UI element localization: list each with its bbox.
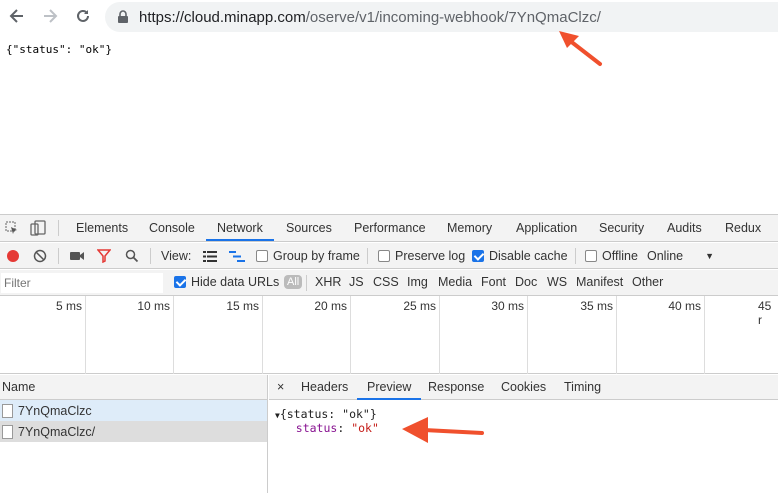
preserve-log-checkbox[interactable]: Preserve log [378,249,465,263]
type-filter-doc[interactable]: Doc [515,275,537,289]
name-column-header[interactable]: Name [0,375,267,400]
checkbox-icon [585,250,597,262]
tab-response[interactable]: Response [428,380,484,394]
timeline-tick: 5 ms [55,299,82,313]
tab-preview[interactable]: Preview [367,380,411,394]
annotation-arrow-icon [402,417,484,443]
group-by-frame-checkbox[interactable]: Group by frame [256,249,360,263]
checkbox-icon [378,250,390,262]
screenshot-capture-icon[interactable] [69,250,85,262]
type-filter-font[interactable]: Font [481,275,506,289]
reload-button[interactable] [72,5,94,27]
hide-data-urls-checkbox[interactable]: Hide data URLs [174,275,279,289]
reload-icon [77,9,89,22]
type-filter-manifest[interactable]: Manifest [576,275,623,289]
preview-value: "ok" [351,421,379,435]
type-filter-ws[interactable]: WS [547,275,567,289]
tab-elements[interactable]: Elements [76,221,128,235]
request-row[interactable]: 7YnQmaClzc/ [0,421,267,442]
large-rows-icon[interactable] [203,251,217,262]
devtools-tab-bar: Elements Console Network Sources Perform… [0,215,778,242]
type-filter-js[interactable]: JS [349,275,364,289]
type-filter-all[interactable]: All [284,275,303,289]
filter-funnel-icon[interactable] [97,249,111,263]
forward-button[interactable] [39,5,61,27]
network-toolbar: View: Group by frame Preserve log Disabl… [0,243,778,269]
type-filter-xhr[interactable]: XHR [315,275,341,289]
tab-security[interactable]: Security [599,221,644,235]
checkbox-checked-icon [174,276,186,288]
tab-headers[interactable]: Headers [301,380,348,394]
active-tab-indicator [357,398,421,400]
url-text: https://cloud.minapp.com/oserve/v1/incom… [139,8,601,26]
request-detail-panel: × Headers Preview Response Cookies Timin… [269,375,778,493]
dropdown-arrow-icon: ▼ [705,251,715,261]
json-preview: ▼{status: "ok"} status: "ok" [275,407,379,435]
timeline-tick: 35 ms [580,299,613,313]
checkbox-checked-icon [472,250,484,262]
clear-icon[interactable] [33,249,47,263]
tab-cookies[interactable]: Cookies [501,380,546,394]
timeline-tick: 15 ms [226,299,259,313]
back-arrow-icon [9,9,23,23]
timeline-tick: 25 ms [403,299,436,313]
network-overview-timeline[interactable]: 5 ms 10 ms 15 ms 20 ms 25 ms 30 ms 35 ms… [0,296,778,374]
inspect-element-icon[interactable] [5,221,19,235]
type-filter-css[interactable]: CSS [373,275,399,289]
timeline-tick: 20 ms [314,299,347,313]
close-detail-button[interactable]: × [277,380,284,394]
tab-audits[interactable]: Audits [667,221,702,235]
view-label: View: [161,249,192,263]
filter-input[interactable] [1,273,163,293]
preview-key: status [295,421,338,435]
type-filter-other[interactable]: Other [632,275,663,289]
throttling-select[interactable]: Online ▼ [647,249,714,263]
device-toolbar-icon[interactable] [30,220,46,236]
devtools-panel: Elements Console Network Sources Perform… [0,214,778,493]
request-row[interactable]: 7YnQmaClzc [0,400,267,421]
filter-bar: Hide data URLs All XHR JS CSS Img Media … [0,270,778,296]
annotation-arrow-icon [559,31,602,66]
offline-checkbox[interactable]: Offline [585,249,638,263]
tab-application[interactable]: Application [516,221,577,235]
page-json-body: {"status": "ok"} [6,43,112,56]
detail-tab-bar: × Headers Preview Response Cookies Timin… [269,375,778,400]
document-icon [2,403,13,418]
tab-timing[interactable]: Timing [564,380,601,394]
timeline-tick: 30 ms [491,299,524,313]
browser-toolbar: https://cloud.minapp.com/oserve/v1/incom… [0,0,778,34]
active-tab-indicator [206,239,274,241]
disable-cache-checkbox[interactable]: Disable cache [472,249,568,263]
checkbox-icon [256,250,268,262]
request-list: Name 7YnQmaClzc 7YnQmaClzc/ [0,375,268,493]
back-button[interactable] [6,5,28,27]
search-icon[interactable] [125,249,139,263]
tab-performance[interactable]: Performance [354,221,426,235]
tab-sources[interactable]: Sources [286,221,332,235]
tab-redux[interactable]: Redux [725,221,761,235]
lock-icon [118,10,128,23]
waterfall-overview-icon[interactable] [229,251,245,262]
address-bar[interactable]: https://cloud.minapp.com/oserve/v1/incom… [105,2,778,32]
type-filter-img[interactable]: Img [407,275,428,289]
timeline-tick: 10 ms [137,299,170,313]
type-filter-media[interactable]: Media [438,275,472,289]
record-icon[interactable] [6,249,20,263]
tab-network[interactable]: Network [217,221,263,235]
tab-memory[interactable]: Memory [447,221,492,235]
timeline-tick: 40 ms [668,299,701,313]
tab-console[interactable]: Console [149,221,195,235]
forward-arrow-icon [44,9,58,23]
document-icon [2,424,13,439]
preview-summary: {status: "ok"} [279,407,377,421]
timeline-tick: 45 r [758,299,772,327]
